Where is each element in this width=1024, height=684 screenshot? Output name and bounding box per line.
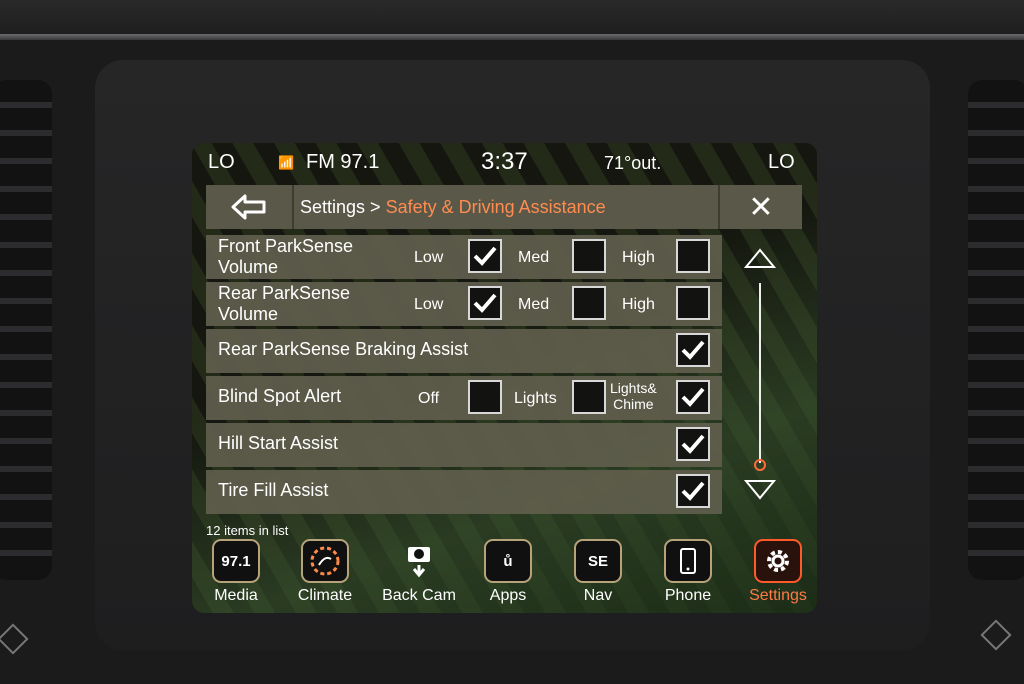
option-label-med: Med <box>518 249 550 266</box>
back-button[interactable] <box>206 185 294 229</box>
nav-label-apps: Apps <box>489 587 527 604</box>
option-label-high: High <box>622 249 655 266</box>
nav-navigation[interactable]: SE Nav <box>558 535 638 613</box>
radio-station[interactable]: FM 97.1 <box>306 151 379 174</box>
close-button[interactable]: ✕ <box>718 185 802 229</box>
nav-media[interactable]: 97.1 Media <box>196 535 276 613</box>
hill-start-checkbox[interactable] <box>676 427 710 461</box>
rear-med-checkbox[interactable] <box>572 286 606 320</box>
front-med-checkbox[interactable] <box>572 239 606 273</box>
option-label-lights-chime: Lights& Chime <box>610 380 657 412</box>
setting-label: Hill Start Assist <box>218 433 339 453</box>
option-label-lights: Lights <box>514 390 557 407</box>
checkmark-icon <box>473 246 497 266</box>
checkmark-icon <box>681 434 705 454</box>
back-camera-icon <box>395 539 443 583</box>
rear-braking-checkbox[interactable] <box>676 333 710 367</box>
nav-label-nav: Nav <box>583 587 613 604</box>
outside-temperature: 71°out. <box>604 153 662 173</box>
list-item-blind-spot-alert: Blind Spot Alert Off Lights Lights& Chime <box>206 376 722 420</box>
nav-label-phone: Phone <box>664 587 712 604</box>
apps-icon: ů <box>484 539 532 583</box>
setting-label: Rear ParkSense Braking Assist <box>218 339 469 359</box>
settings-list: Front ParkSense Volume Low Med High Rear … <box>206 235 722 517</box>
blind-spot-lights-checkbox[interactable] <box>572 380 606 414</box>
checkmark-icon <box>681 481 705 501</box>
list-item-rear-parksense-volume: Rear ParkSense Volume Low Med High <box>206 282 722 326</box>
nav-climate[interactable]: Climate <box>285 535 365 613</box>
option-label-off: Off <box>418 390 440 407</box>
scroll-track[interactable] <box>759 283 761 463</box>
right-climate-temp[interactable]: LO <box>768 151 795 174</box>
rear-high-checkbox[interactable] <box>676 286 710 320</box>
climate-icon <box>301 539 349 583</box>
compass-icon: SE <box>574 539 622 583</box>
list-item-tire-fill-assist: Tire Fill Assist <box>206 470 722 514</box>
back-arrow-icon <box>231 194 266 220</box>
infotainment-screen: LO 📶 FM 97.1 3:37 71°out. LO Settings > … <box>192 143 817 613</box>
gear-icon <box>754 539 802 583</box>
clock: 3:37 <box>481 148 528 175</box>
dashboard-trim <box>0 34 1024 40</box>
scrollbar[interactable] <box>732 243 788 503</box>
setting-label: Rear ParkSense Volume <box>218 283 351 324</box>
scroll-up-icon[interactable] <box>744 247 776 269</box>
tire-fill-checkbox[interactable] <box>676 474 710 508</box>
right-emblem-icon <box>980 619 1012 651</box>
checkmark-icon <box>681 340 705 360</box>
option-label-low: Low <box>414 249 444 266</box>
option-label-low: Low <box>414 296 444 313</box>
media-icon: 97.1 <box>212 539 260 583</box>
rear-low-checkbox[interactable] <box>468 286 502 320</box>
list-item-hill-start-assist: Hill Start Assist <box>206 423 722 467</box>
checkmark-icon <box>681 387 705 407</box>
bottom-nav-bar: 97.1 Media Climate Back Cam ů Apps SE Na… <box>192 535 817 613</box>
scroll-down-icon[interactable] <box>744 479 776 501</box>
breadcrumb: Settings > Safety & Driving Assistance <box>300 197 606 218</box>
blind-spot-off-checkbox[interactable] <box>468 380 502 414</box>
scroll-thumb[interactable] <box>754 459 766 471</box>
breadcrumb-root[interactable]: Settings > <box>300 197 386 217</box>
nav-settings[interactable]: Settings <box>738 535 817 613</box>
left-climate-temp[interactable]: LO <box>208 151 235 174</box>
setting-label: Front ParkSense Volume <box>218 236 354 277</box>
option-label-high: High <box>622 296 655 313</box>
left-air-vent <box>0 80 52 580</box>
option-label-med: Med <box>518 296 550 313</box>
status-bar: LO 📶 FM 97.1 3:37 71°out. LO <box>192 143 817 183</box>
radio-signal-icon: 📶 <box>278 155 295 170</box>
phone-icon <box>664 539 712 583</box>
nav-apps[interactable]: ů Apps <box>468 535 548 613</box>
checkmark-icon <box>473 293 497 313</box>
nav-label-settings: Settings <box>749 587 807 604</box>
list-item-rear-braking-assist: Rear ParkSense Braking Assist <box>206 329 722 373</box>
nav-label-media: Media <box>214 587 258 604</box>
front-high-checkbox[interactable] <box>676 239 710 273</box>
close-icon: ✕ <box>748 190 774 224</box>
setting-label: Tire Fill Assist <box>218 480 329 500</box>
breadcrumb-current: Safety & Driving Assistance <box>385 197 606 217</box>
nav-label-back-cam: Back Cam <box>382 587 456 604</box>
nav-label-climate: Climate <box>297 587 353 604</box>
blind-spot-lights-chime-checkbox[interactable] <box>676 380 710 414</box>
setting-label: Blind Spot Alert <box>218 386 342 406</box>
left-emblem-icon <box>0 623 29 655</box>
title-bar: Settings > Safety & Driving Assistance ✕ <box>206 185 802 229</box>
nav-phone[interactable]: Phone <box>648 535 728 613</box>
nav-back-cam[interactable]: Back Cam <box>379 535 459 613</box>
right-air-vent <box>968 80 1024 580</box>
list-item-front-parksense-volume: Front ParkSense Volume Low Med High <box>206 235 722 279</box>
front-low-checkbox[interactable] <box>468 239 502 273</box>
